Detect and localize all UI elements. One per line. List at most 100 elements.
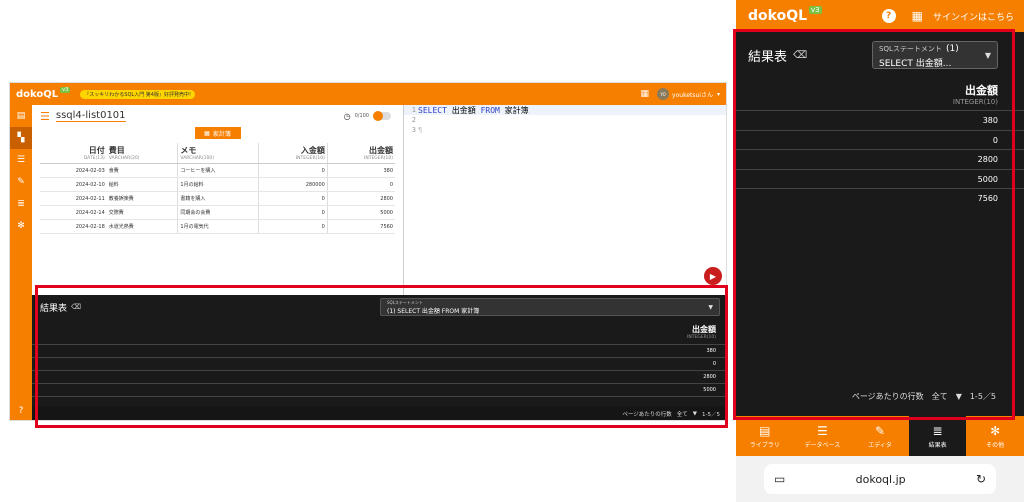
- grid-icon[interactable]: ▦: [912, 9, 923, 23]
- column-type: VARCHAR(100): [177, 156, 259, 164]
- chevron-down-icon: ▾: [716, 90, 720, 98]
- table-cell: 2024-02-11: [40, 191, 107, 206]
- library-table: 日付 費目 メモ 入金額 出金額 DATE(13) VARCHAR(20) VA…: [40, 143, 395, 234]
- column-header: 日付: [88, 146, 105, 155]
- book-icon: ▤: [759, 423, 771, 438]
- table-cell: 書籍を購入: [177, 191, 259, 206]
- promo-banner[interactable]: 『スッキリわかるSQL入門 第4版』好評発売中!: [80, 89, 195, 99]
- library-name[interactable]: ssql4-list0101: [55, 110, 126, 122]
- query-count: 0/100: [354, 113, 369, 119]
- table-cell: 教養娯楽費: [106, 191, 178, 206]
- nav-label: エディタ: [868, 441, 892, 449]
- nav-item-database[interactable]: ☰ データベース: [794, 416, 852, 456]
- line-number: 1: [411, 106, 416, 114]
- mobile-highlight-frame: [733, 29, 1015, 420]
- desktop-top-bar: dokoQL v3 『スッキリわかるSQL入門 第4版』好評発売中! ▦ YO …: [10, 83, 726, 105]
- table-cell: 0: [258, 219, 328, 234]
- column-type: INTEGER(10): [326, 156, 395, 164]
- table-cell: 交際費: [106, 205, 178, 220]
- table-cell: 1月の給料: [177, 177, 259, 192]
- column-type: DATE(13): [40, 156, 107, 164]
- table-row: 2024-02-14 交際費 同期会の会費 0 5000: [40, 205, 395, 220]
- table-cell: 0: [258, 205, 328, 220]
- table-cell: コーヒーを購入: [177, 163, 259, 178]
- table-tab[interactable]: ▦ 家計簿: [194, 127, 241, 139]
- table-icon: ≣: [932, 423, 943, 438]
- nav-item-editor[interactable]: ✎ エディタ: [851, 416, 909, 456]
- table-cell: 0: [258, 163, 328, 178]
- table-cell: 食費: [106, 163, 178, 178]
- table-cell: 2800: [326, 191, 395, 206]
- table-header-row: 日付 費目 メモ 入金額 出金額: [40, 143, 395, 156]
- url-text: dokoql.jp: [855, 472, 906, 486]
- column-header: 入金額: [258, 143, 328, 156]
- table-row: 2024-02-11 教養娯楽費 書籍を購入 0 2800: [40, 191, 395, 206]
- app-logo[interactable]: dokoQL: [16, 89, 58, 100]
- table-cell: 1月の電気代: [177, 219, 259, 234]
- library-panel: ☰ ssql4-list0101 ◷ 0/100 ▦ 家計簿 日付 費目 メモ: [32, 105, 403, 295]
- table-row: 2024-02-10 給料 1月の給料 280000 0: [40, 177, 395, 192]
- nav-item-result[interactable]: ≣ 結果表: [908, 416, 967, 456]
- mode-toggle[interactable]: [373, 111, 391, 121]
- sql-keyword: SELECT: [418, 105, 447, 115]
- table-icon: ▦: [204, 129, 210, 137]
- database-icon[interactable]: ☰: [10, 149, 32, 171]
- nav-label: データベース: [804, 441, 841, 449]
- database-icon: ☰: [817, 423, 828, 438]
- history-icon[interactable]: ◷: [344, 112, 351, 121]
- database-icon: ☰: [40, 109, 50, 123]
- library-header: ☰ ssql4-list0101 ◷ 0/100: [32, 105, 403, 127]
- avatar: YO: [657, 88, 670, 100]
- url-field[interactable]: ▭ dokoql.jp ↻: [764, 464, 996, 494]
- tabs-icon[interactable]: ▭: [774, 472, 785, 486]
- app-logo[interactable]: dokoQL: [748, 8, 807, 24]
- table-cell: 2024-02-03: [40, 163, 107, 178]
- nav-item-library[interactable]: ▤ ライブラリ: [736, 416, 794, 456]
- grid-icon[interactable]: ▦: [641, 89, 650, 99]
- table-tab-label: 家計簿: [212, 130, 231, 138]
- column-header: メモ: [177, 143, 259, 156]
- editor-line[interactable]: 2: [404, 115, 726, 125]
- table-cell: 2024-02-14: [40, 205, 107, 220]
- run-button[interactable]: ▶: [704, 267, 722, 285]
- table-cell: 2024-02-10: [40, 177, 107, 192]
- sql-keyword: FROM: [480, 105, 500, 115]
- editor-line[interactable]: 3 ¶: [404, 125, 726, 135]
- nav-label: ライブラリ: [749, 441, 780, 449]
- mobile-top-bar: dokoQL v3 ? ▦ サインインはこちら: [736, 0, 1024, 32]
- nav-label: その他: [986, 441, 1005, 449]
- table-cell: 0: [326, 177, 395, 192]
- user-menu[interactable]: YO youketsuiさん ▾: [657, 88, 720, 100]
- nav-item-other[interactable]: ✻ その他: [966, 416, 1024, 456]
- book-icon[interactable]: ▤: [10, 105, 32, 127]
- gear-icon[interactable]: ✻: [10, 215, 32, 237]
- table-cell: 280000: [258, 177, 328, 192]
- line-number: 2: [411, 116, 416, 124]
- help-icon[interactable]: ?: [881, 9, 896, 23]
- desktop-highlight-frame: [35, 285, 728, 428]
- line-number: 3: [411, 126, 416, 134]
- table-cell: 2024-02-18: [40, 219, 107, 234]
- bottom-nav: ▤ ライブラリ ☰ データベース ✎ エディタ ≣ 結果表 ✻ その他: [736, 416, 1024, 456]
- play-icon: ▶: [709, 271, 717, 281]
- signin-link[interactable]: サインインはこちら: [933, 10, 1014, 23]
- table-cell: 380: [326, 163, 395, 178]
- editor-line[interactable]: 1 SELECT 出金額 FROM 家計簿: [404, 105, 726, 115]
- nav-label: 結果表: [928, 441, 947, 449]
- browser-url-bar: ▭ dokoql.jp ↻: [736, 456, 1024, 502]
- comparison-stage: dokoQL v3 『スッキリわかるSQL入門 第4版』好評発売中! ▦ YO …: [0, 0, 1024, 502]
- dashboard-icon[interactable]: ▚: [10, 127, 32, 149]
- reload-icon[interactable]: ↻: [976, 472, 986, 486]
- table-cell: 7560: [326, 219, 395, 234]
- help-icon[interactable]: ?: [10, 406, 32, 416]
- table-type-row: DATE(13) VARCHAR(20) VARCHAR(100) INTEGE…: [40, 156, 395, 164]
- table-cell: 0: [258, 191, 328, 206]
- column-type: INTEGER(10): [258, 156, 328, 164]
- table-row: 2024-02-18 水道光熱費 1月の電気代 0 7560: [40, 219, 395, 234]
- gear-icon: ✻: [990, 423, 1001, 438]
- sql-editor[interactable]: 1 SELECT 出金額 FROM 家計簿 2 3 ¶: [403, 105, 726, 295]
- table-icon[interactable]: ≣: [10, 193, 32, 215]
- table-cell: 同期会の会費: [177, 205, 259, 220]
- pencil-icon[interactable]: ✎: [10, 171, 32, 193]
- column-type: VARCHAR(20): [106, 156, 178, 164]
